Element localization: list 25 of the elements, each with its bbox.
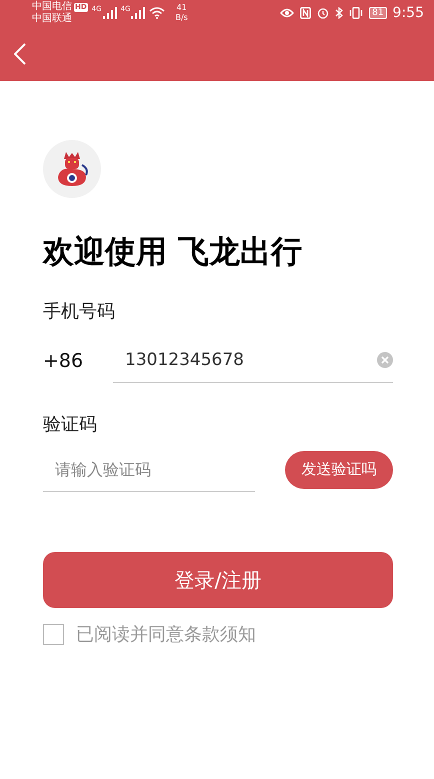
speed-unit: B/s	[175, 13, 188, 23]
agreement-text: 已阅读并同意条款须知	[76, 623, 256, 646]
clear-icon[interactable]	[377, 352, 393, 368]
field-label: 手机号码	[43, 300, 116, 324]
clock-time: 9:55	[392, 5, 424, 21]
carrier-name: 中国联通	[32, 13, 73, 25]
vibrate-icon	[349, 7, 364, 19]
field-label: 验证码	[43, 413, 98, 437]
phone-field[interactable]: 13012345678	[113, 338, 393, 383]
signal-icon	[102, 7, 117, 19]
welcome-title: 欢迎使用 飞龙出行	[43, 233, 303, 272]
carrier-name: 中国电信	[32, 1, 72, 12]
country-code[interactable]: +86	[43, 350, 113, 372]
send-code-button[interactable]: 发送验证吗	[285, 450, 393, 488]
eye-icon	[280, 8, 294, 18]
agreement-checkbox[interactable]	[43, 624, 64, 644]
nfc-icon	[300, 7, 312, 19]
speed-value: 41	[176, 3, 187, 13]
signal-icon	[131, 7, 146, 19]
battery-level: 81	[369, 7, 387, 19]
wifi-icon	[149, 7, 166, 19]
alarm-icon	[317, 7, 330, 19]
back-icon[interactable]	[14, 42, 26, 64]
login-button[interactable]: 登录/注册	[43, 552, 393, 608]
bluetooth-icon	[335, 7, 344, 19]
